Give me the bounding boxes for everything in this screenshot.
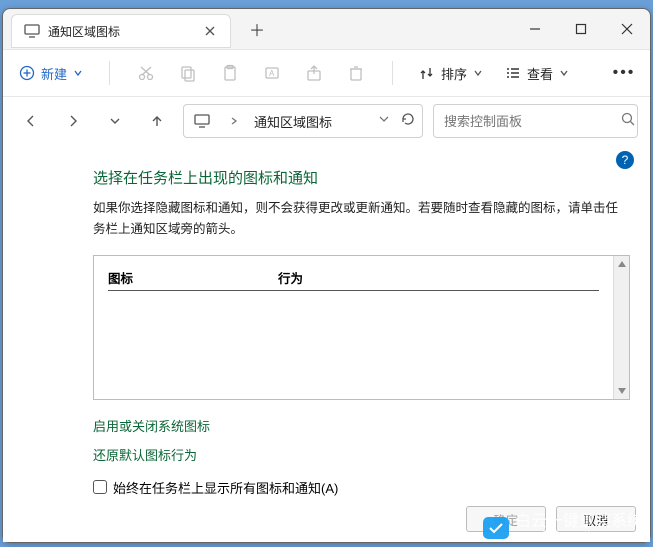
- tab-strip-actions: ＋: [249, 17, 265, 41]
- always-show-row: 始终在任务栏上显示所有图标和通知(A): [93, 478, 630, 497]
- scroll-up-icon[interactable]: [616, 258, 628, 270]
- content-area: ? 选择在任务栏上出现的图标和通知 如果你选择隐藏图标和通知，则不会获得更改或更…: [3, 145, 650, 496]
- delete-icon[interactable]: [346, 63, 366, 83]
- paste-icon[interactable]: [220, 63, 240, 83]
- share-icon[interactable]: [304, 63, 324, 83]
- help-icon[interactable]: ?: [616, 151, 634, 169]
- link-restore-defaults[interactable]: 还原默认图标行为: [93, 445, 630, 464]
- scrollbar[interactable]: [613, 256, 629, 399]
- always-show-label[interactable]: 始终在任务栏上显示所有图标和通知(A): [113, 478, 338, 497]
- page-description: 如果你选择隐藏图标和通知，则不会获得更改或更新通知。若要随时查看隐藏的图标，请单…: [93, 198, 630, 241]
- search-icon[interactable]: [620, 111, 636, 132]
- chevron-down-icon: [473, 68, 483, 78]
- close-window-button[interactable]: [604, 11, 650, 47]
- toolbar-divider: [392, 61, 393, 85]
- active-tab[interactable]: 通知区域图标: [11, 14, 231, 48]
- chevron-right-icon[interactable]: [222, 109, 246, 133]
- refresh-button[interactable]: [400, 111, 416, 132]
- new-tab-button[interactable]: ＋: [249, 17, 265, 41]
- address-dropdown-icon[interactable]: [378, 112, 390, 130]
- view-button[interactable]: 查看: [505, 64, 569, 83]
- minimize-button[interactable]: [512, 11, 558, 47]
- new-button-label: 新建: [41, 64, 67, 83]
- sort-label: 排序: [441, 64, 467, 83]
- window-controls: [512, 11, 650, 47]
- cut-icon[interactable]: [136, 63, 156, 83]
- chevron-down-icon: [73, 68, 83, 78]
- scroll-down-icon[interactable]: [616, 385, 628, 397]
- sort-button[interactable]: 排序: [419, 64, 483, 83]
- watermark-logo-icon: [483, 517, 509, 539]
- column-header-icon: 图标: [108, 268, 278, 287]
- back-button[interactable]: [15, 105, 47, 137]
- rename-icon[interactable]: A: [262, 63, 282, 83]
- search-input[interactable]: [444, 114, 620, 129]
- navigation-bar: 通知区域图标: [3, 97, 650, 145]
- links-section: 启用或关闭系统图标 还原默认图标行为: [93, 416, 630, 464]
- tab-title: 通知区域图标: [48, 23, 120, 40]
- command-toolbar: 新建 A 排序 查看 •••: [3, 49, 650, 97]
- svg-text:A: A: [269, 69, 275, 78]
- view-icon: [505, 65, 521, 81]
- up-button[interactable]: [141, 105, 173, 137]
- view-label: 查看: [527, 64, 553, 83]
- application-window: 通知区域图标 ＋ 新建 A: [2, 8, 651, 543]
- recent-button[interactable]: [99, 105, 131, 137]
- new-button[interactable]: 新建: [19, 64, 83, 83]
- watermark-sub: www.baiyunxitong.com: [515, 530, 643, 541]
- monitor-icon: [190, 109, 214, 133]
- column-header-behavior: 行为: [278, 268, 303, 287]
- address-bar[interactable]: 通知区域图标: [183, 104, 423, 138]
- chevron-down-icon: [559, 68, 569, 78]
- watermark-text: 白云一键重装系统: [515, 514, 643, 530]
- watermark: 白云一键重装系统 www.baiyunxitong.com: [483, 514, 643, 541]
- search-box[interactable]: [433, 104, 638, 138]
- table-header-row: 图标 行为: [108, 268, 599, 291]
- sort-icon: [419, 65, 435, 81]
- forward-button[interactable]: [57, 105, 89, 137]
- maximize-button[interactable]: [558, 11, 604, 47]
- monitor-icon: [24, 24, 40, 38]
- page-heading: 选择在任务栏上出现的图标和通知: [93, 167, 630, 188]
- title-bar: 通知区域图标 ＋: [3, 9, 650, 49]
- always-show-checkbox[interactable]: [93, 480, 107, 494]
- tab-close-button[interactable]: [202, 23, 218, 39]
- more-button[interactable]: •••: [614, 63, 634, 83]
- copy-icon[interactable]: [178, 63, 198, 83]
- icon-behavior-table: 图标 行为: [93, 255, 630, 400]
- toolbar-divider: [109, 61, 110, 85]
- link-system-icons[interactable]: 启用或关闭系统图标: [93, 416, 630, 435]
- address-location[interactable]: 通知区域图标: [254, 112, 332, 131]
